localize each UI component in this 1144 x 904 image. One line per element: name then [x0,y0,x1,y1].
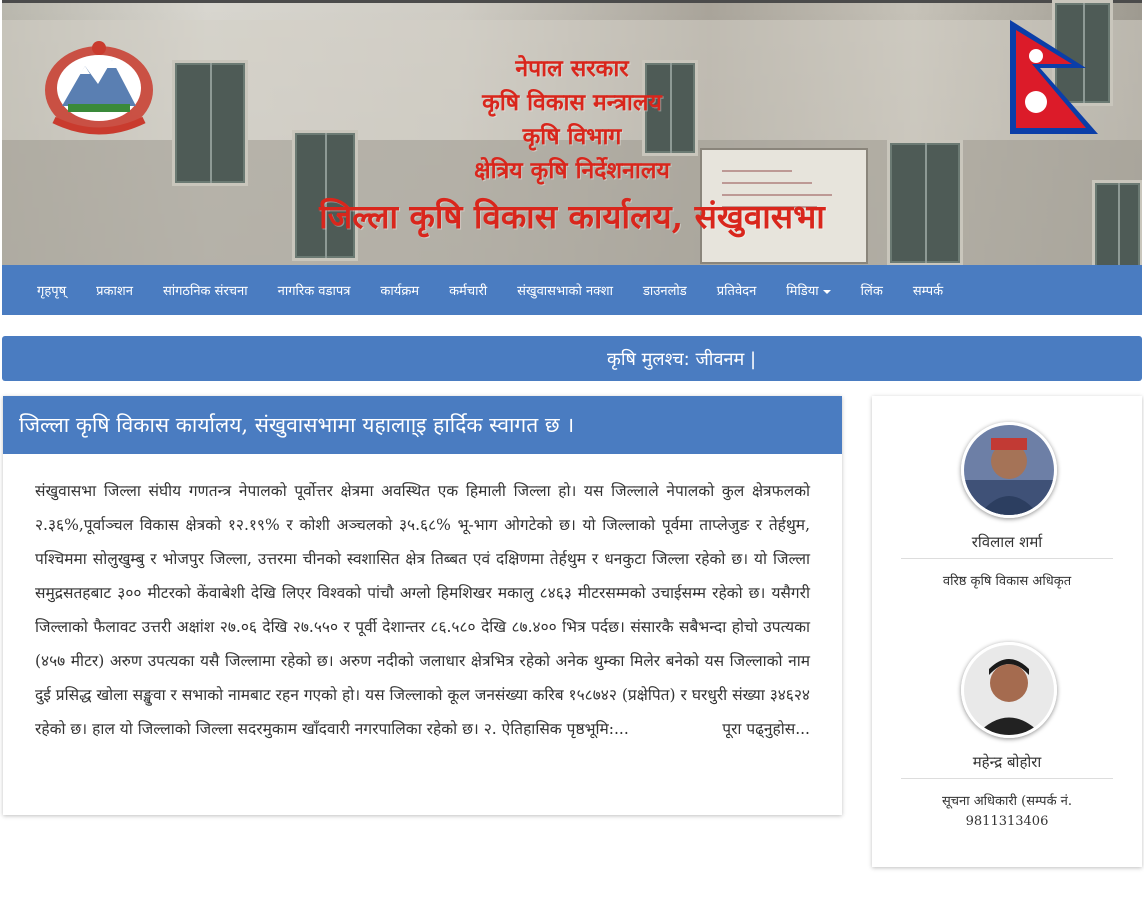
welcome-body: संखुवासभा जिल्ला संघीय गणतन्त्र नेपालको … [35,474,810,746]
building-window [1092,180,1142,265]
nav-citizen-charter[interactable]: नागरिक वडापत्र [263,281,366,299]
nav-reports[interactable]: प्रतिवेदन [702,281,772,299]
staff-name: रविलाल शर्मा [901,532,1113,559]
building-window [172,60,248,186]
directorate-title: क्षेत्रिय कृषि निर्देशनालय [474,157,670,184]
staff-role: वरिष्ठ कृषि विकास अधिकृत [942,574,1072,589]
read-more-link[interactable]: पूरा पढ्नुहोस... [722,712,810,746]
welcome-text: संखुवासभा जिल्ला संघीय गणतन्त्र नेपालको … [35,482,810,738]
nav-org-structure[interactable]: सांगठनिक संरचना [148,281,263,299]
staff-name: महेन्द्र बोहोरा [901,752,1113,779]
nav-media-label: मिडिया [786,284,819,299]
motto-bar: कृषि मुलश्च: जीवनम | [2,336,1142,381]
government-title: नेपाल सरकार [515,55,629,82]
welcome-panel: जिल्ला कृषि विकास कार्यालय, संखुवासभामा … [3,396,842,815]
nav-staff[interactable]: कर्मचारी [434,281,502,299]
welcome-heading: जिल्ला कृषि विकास कार्यालय, संखुवासभामा … [3,396,842,454]
nav-media-dropdown[interactable]: मिडिया [771,281,845,299]
staff-panel: रविलाल शर्मा वरिष्ठ कृषि विकास अधिकृत मह… [872,396,1142,867]
nav-map[interactable]: संखुवासभाको नक्शा [502,281,628,299]
banner-top-line [2,0,1142,3]
office-title: जिल्ला कृषि विकास कार्यालय, संखुवासभा [319,197,825,236]
nav-links[interactable]: लिंक [846,281,898,299]
building-window [887,140,963,265]
caret-down-icon [822,289,831,294]
main-navbar: गृहपृष् प्रकाशन सांगठनिक संरचना नागरिक व… [2,265,1142,315]
ministry-title: कृषि विकास मन्त्रालय [482,89,662,116]
department-title: कृषि विभाग [522,123,622,150]
nav-programs[interactable]: कार्यक्रम [365,281,434,299]
nav-download[interactable]: डाउनलोड [628,281,702,299]
nav-home[interactable]: गृहपृष् [22,281,81,299]
nav-publications[interactable]: प्रकाशन [81,281,148,299]
avatar [961,422,1057,518]
header-banner: नेपाल सरकार कृषि विकास मन्त्रालय कृषि वि… [2,0,1142,265]
nepal-emblem-icon[interactable] [40,38,158,138]
staff-role: सूचना अधिकारी (सम्पर्क नं. 9811313406 [941,794,1073,829]
motto-text: कृषि मुलश्च: जीवनम | [607,348,757,370]
avatar [961,642,1057,738]
nepal-flag-icon [1010,20,1098,134]
nav-contact[interactable]: सम्पर्क [898,281,958,299]
